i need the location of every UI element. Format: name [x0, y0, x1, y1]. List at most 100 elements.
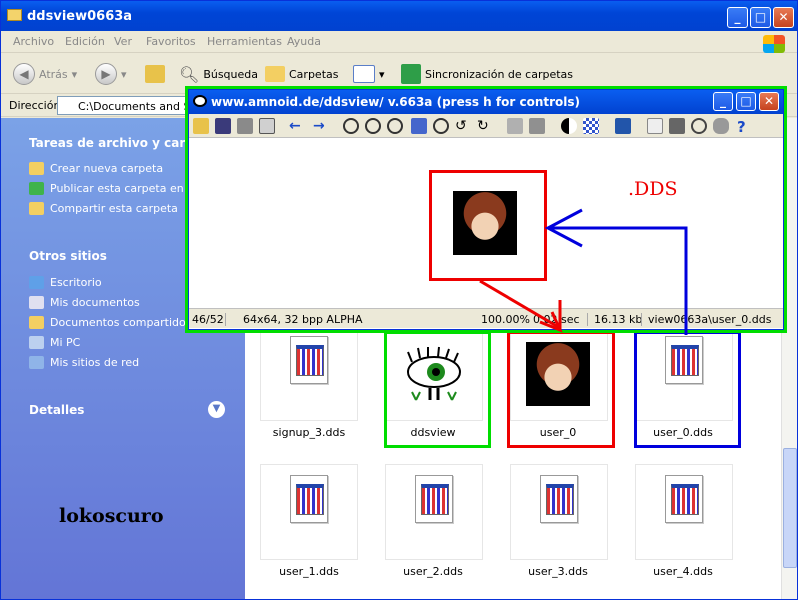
status-size: 16.13 kb: [587, 313, 642, 326]
place-label: Mis sitios de red: [50, 356, 140, 369]
shared-folder-icon: [29, 316, 44, 329]
task-new-folder[interactable]: Crear nueva carpeta: [29, 162, 163, 175]
network-icon: [29, 356, 44, 369]
search-button[interactable]: 🔍︎ Búsqueda: [179, 62, 258, 86]
place-desktop[interactable]: Escritorio: [29, 276, 102, 289]
place-my-pc[interactable]: Mi PC: [29, 336, 80, 349]
close-button[interactable]: ✕: [773, 7, 794, 28]
zoom-reset-icon[interactable]: [411, 118, 427, 134]
status-time: 0.02 sec: [533, 313, 580, 326]
sync-icon: [401, 64, 421, 84]
annotation-red-box: [507, 331, 615, 448]
file-label: user_2.dds: [403, 565, 463, 578]
place-network[interactable]: Mis sitios de red: [29, 356, 139, 369]
rotate-right-icon[interactable]: ↻: [477, 118, 493, 134]
menu-edicion[interactable]: Edición: [65, 35, 105, 48]
save-icon[interactable]: [215, 118, 231, 134]
scroll-thumb[interactable]: [783, 448, 797, 568]
prev-arrow-icon[interactable]: ←: [289, 118, 305, 134]
zoom-icon[interactable]: [433, 118, 449, 134]
viewer-close-button[interactable]: ✕: [759, 92, 779, 111]
menu-archivo[interactable]: Archivo: [13, 35, 54, 48]
clipboard-icon[interactable]: [237, 118, 253, 134]
folder-icon: [7, 9, 22, 21]
flip-icon[interactable]: [507, 118, 523, 134]
forward-button[interactable]: ▶ ▾: [95, 62, 127, 86]
task-label: Publicar esta carpeta en We: [50, 182, 205, 195]
mirror-icon[interactable]: [529, 118, 545, 134]
viewer-maximize-button[interactable]: □: [736, 92, 756, 111]
maximize-button[interactable]: □: [750, 7, 771, 28]
place-shared-documents[interactable]: Documentos compartidos: [29, 316, 192, 329]
address-value: C:\Documents and Settings: [78, 100, 196, 113]
new-folder-icon: [29, 162, 44, 175]
menu-ver[interactable]: Ver: [114, 35, 132, 48]
settings-icon[interactable]: [669, 118, 685, 134]
place-label: Documentos compartidos: [50, 316, 192, 329]
back-label: Atrás: [39, 67, 68, 81]
viewer-minimize-button[interactable]: _: [713, 92, 733, 111]
back-button[interactable]: ◀ Atrás ▾: [13, 62, 77, 86]
menu-herramientas[interactable]: Herramientas: [207, 35, 282, 48]
open-icon[interactable]: [193, 118, 209, 134]
viewer-toolbar: ← → ↺ ↻ ?: [189, 114, 783, 138]
file-user-1-dds[interactable]: [260, 464, 358, 560]
file-label: signup_3.dds: [272, 426, 346, 439]
menu-favoritos[interactable]: Favoritos: [146, 35, 196, 48]
chevron-down-icon[interactable]: ▼: [208, 401, 225, 418]
help-icon[interactable]: ?: [737, 118, 753, 136]
menu-ayuda[interactable]: Ayuda: [287, 35, 321, 48]
file-label: user_4.dds: [653, 565, 713, 578]
details-header[interactable]: Detalles: [29, 403, 84, 417]
plugin-icon[interactable]: [713, 118, 729, 134]
address-label: Dirección: [9, 99, 61, 112]
file-signup-3[interactable]: [260, 325, 358, 421]
rotate-left-icon[interactable]: ↺: [455, 118, 471, 134]
place-label: Escritorio: [50, 276, 102, 289]
address-input[interactable]: C:\Documents and Settings: [57, 96, 197, 115]
title-bar[interactable]: ddsview0663a _ □ ✕: [1, 1, 797, 31]
windows-logo-icon: [763, 35, 785, 53]
dds-file-icon: [415, 475, 453, 523]
viewer-title: www.amnoid.de/ddsview/ v.663a (press h f…: [211, 95, 580, 109]
menu-bar: Archivo Edición Ver Favoritos Herramient…: [1, 31, 797, 53]
views-button[interactable]: ▾: [353, 62, 385, 86]
views-icon: [353, 65, 375, 83]
sync-button[interactable]: Sincronización de carpetas: [401, 62, 573, 86]
dds-file-icon: [665, 475, 703, 523]
fullscreen-icon[interactable]: [615, 118, 631, 134]
viewer-title-bar[interactable]: www.amnoid.de/ddsview/ v.663a (press h f…: [189, 90, 783, 114]
status-index: 46/52: [192, 313, 224, 326]
share-folder-icon: [29, 202, 44, 215]
next-arrow-icon[interactable]: →: [313, 118, 329, 134]
chevron-down-icon: ▾: [121, 67, 127, 81]
file-user-3-dds[interactable]: [510, 464, 608, 560]
desktop-icon: [29, 276, 44, 289]
annotation-blue-box: [634, 331, 741, 448]
task-label: Crear nueva carpeta: [50, 162, 164, 175]
zoom-in-icon[interactable]: [343, 118, 359, 134]
task-publish-web[interactable]: Publicar esta carpeta en We: [29, 182, 204, 195]
alpha-icon[interactable]: [583, 118, 599, 134]
text-icon[interactable]: [259, 118, 275, 134]
zoom-fit-icon[interactable]: [387, 118, 403, 134]
zoom-out-icon[interactable]: [365, 118, 381, 134]
status-zoom: 100.00%: [481, 313, 530, 326]
eye-icon: [193, 95, 207, 107]
folders-button[interactable]: Carpetas: [265, 62, 338, 86]
annotation-green-box: [384, 331, 491, 448]
up-folder-button[interactable]: [145, 62, 165, 86]
place-label: Mi PC: [50, 336, 81, 349]
minimize-button[interactable]: _: [727, 7, 748, 28]
viewer-status-bar: 46/52 64x64, 32 bpp ALPHA 100.00% 0.02 s…: [189, 308, 783, 328]
clock-icon[interactable]: [691, 118, 707, 134]
place-my-documents[interactable]: Mis documentos: [29, 296, 140, 309]
file-user-4-dds[interactable]: [635, 464, 733, 560]
search-icon: 🔍︎: [179, 64, 200, 84]
file-user-2-dds[interactable]: [385, 464, 483, 560]
task-share-folder[interactable]: Compartir esta carpeta: [29, 202, 178, 215]
forward-arrow-icon: ▶: [95, 63, 117, 85]
contrast-icon[interactable]: [561, 118, 577, 134]
places-header[interactable]: Otros sitios: [29, 249, 107, 263]
info-icon[interactable]: [647, 118, 663, 134]
